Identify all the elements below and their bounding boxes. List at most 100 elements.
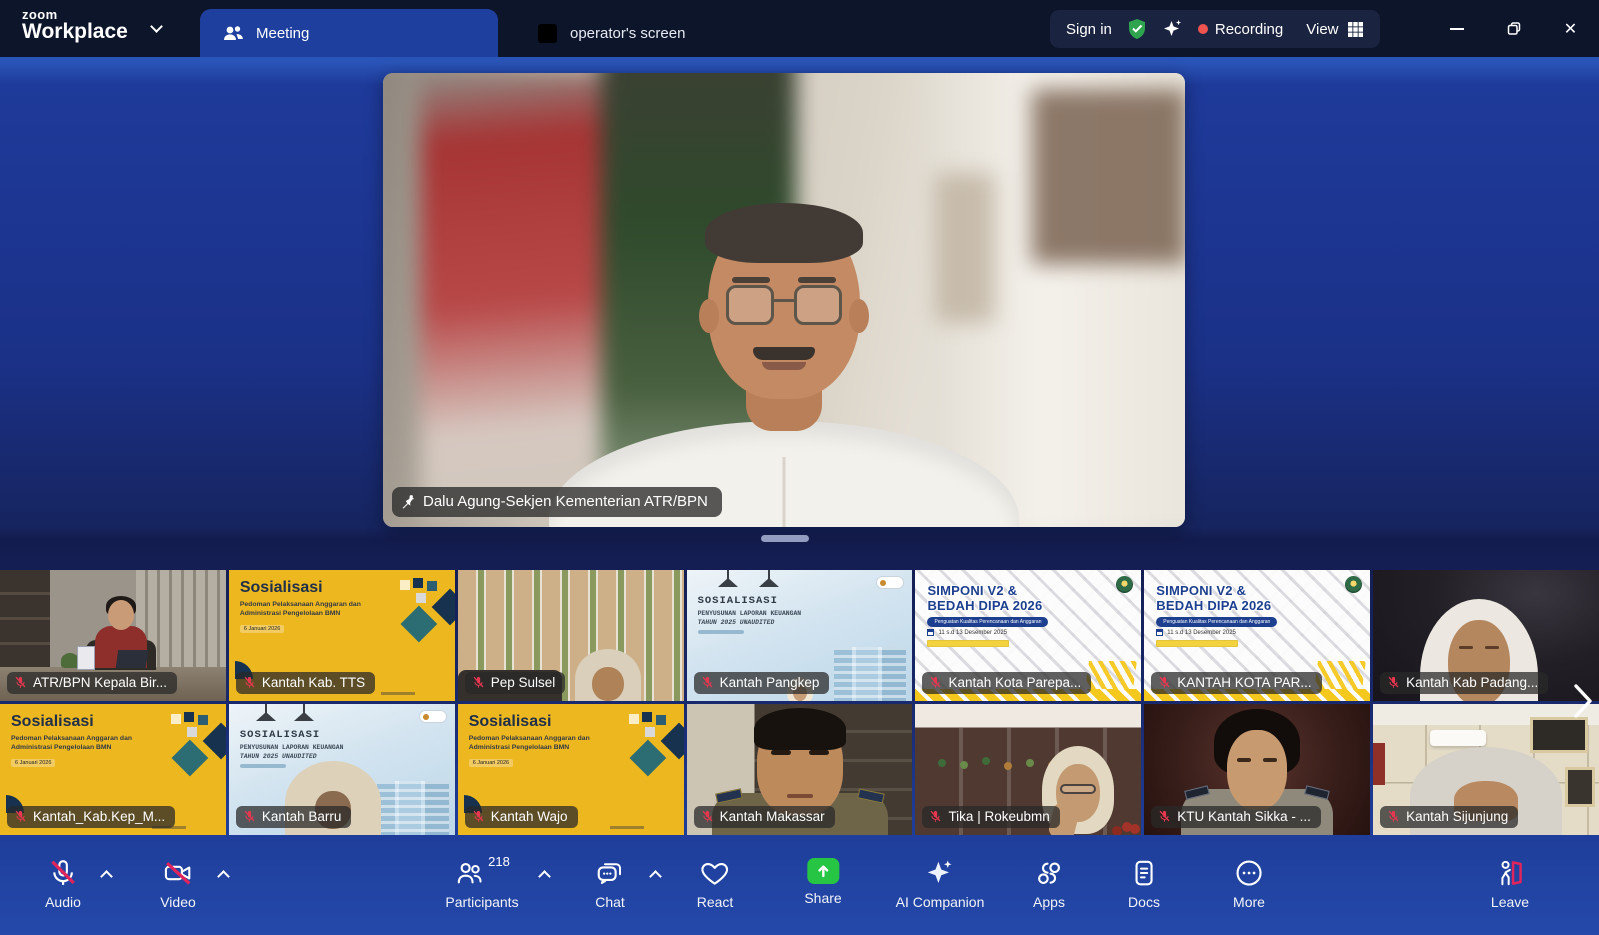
meeting-people-icon (222, 24, 245, 43)
leave-button[interactable]: Leave (1491, 858, 1529, 910)
participant-tile[interactable]: ATR/BPN Kepala Bir... (0, 570, 226, 701)
participants-icon (454, 858, 484, 888)
mic-off-icon (14, 676, 27, 689)
participants-count: 218 (488, 854, 510, 869)
main-speaker-video[interactable]: Dalu Agung-Sekjen Kementerian ATR/BPN (383, 73, 1185, 527)
apps-button[interactable]: Apps (1033, 858, 1065, 910)
next-page-chevron-icon[interactable] (1572, 682, 1594, 720)
participant-name-label: Kantah Sijunjung (1380, 806, 1518, 828)
apps-icon (1034, 858, 1064, 888)
participant-name-label: Kantah Barru (236, 806, 352, 828)
mic-off-icon (1387, 676, 1400, 689)
docs-icon (1129, 858, 1159, 888)
tab-operators-screen[interactable]: operator's screen (522, 9, 701, 57)
recording-label: Recording (1215, 21, 1283, 38)
participant-tile[interactable]: Tika | Rokeubmn (915, 704, 1141, 835)
participant-name-label: Pep Sulsel (465, 672, 566, 694)
mic-off-icon (48, 858, 78, 888)
security-shield-icon[interactable] (1127, 18, 1147, 40)
participant-name-label: Kantah Kota Parepa... (922, 672, 1091, 694)
restore-icon (1506, 21, 1522, 37)
participant-tile[interactable]: Kantah Sijunjung (1373, 704, 1599, 835)
participant-name-label: Tika | Rokeubmn (922, 806, 1059, 828)
participants-button[interactable]: 218 Participants (445, 858, 518, 910)
mic-off-icon (1158, 676, 1171, 689)
participant-tile[interactable]: SOSIALISASI PENYUSUNAN LAPORAN KEUANGAN … (687, 570, 913, 701)
minimize-button[interactable] (1428, 0, 1485, 57)
mic-off-icon (472, 810, 485, 823)
mic-off-icon (243, 676, 256, 689)
recording-indicator[interactable]: Recording (1198, 21, 1283, 38)
recording-dot-icon (1198, 24, 1208, 34)
gallery-row-2: Sosialisasi Pedoman Pelaksanaan Anggaran… (0, 704, 1599, 835)
mic-off-icon (1158, 810, 1171, 823)
participant-tile[interactable]: Sosialisasi Pedoman Pelaksanaan Anggaran… (458, 704, 684, 835)
speaker-name-label: Dalu Agung-Sekjen Kementerian ATR/BPN (392, 487, 722, 517)
ai-companion-button[interactable]: AI Companion (896, 858, 985, 910)
heart-icon (700, 858, 730, 888)
participant-tile[interactable]: SIMPONI V2 & BEDAH DIPA 2026 Penguatan K… (1144, 570, 1370, 701)
view-label: View (1306, 21, 1338, 38)
mic-off-icon (929, 810, 942, 823)
participant-tile[interactable]: Pep Sulsel (458, 570, 684, 701)
restore-button[interactable] (1485, 0, 1542, 57)
view-grid-icon (1347, 21, 1364, 38)
ai-sparkle-icon[interactable] (1162, 19, 1183, 39)
participant-tile[interactable]: SIMPONI V2 & BEDAH DIPA 2026 Penguatan K… (915, 570, 1141, 701)
participant-tile[interactable]: Kantah Makassar (687, 704, 913, 835)
participant-tile[interactable]: SOSIALISASI PENYUSUNAN LAPORAN KEUANGAN … (229, 704, 455, 835)
zoom-meeting-window: zoom Workplace Meeting operator's screen… (0, 0, 1599, 935)
view-button[interactable]: View (1306, 21, 1363, 38)
participant-name-label: ATR/BPN Kepala Bir... (7, 672, 177, 694)
chevron-down-icon[interactable] (150, 20, 163, 33)
share-button[interactable]: Share (804, 858, 841, 906)
participant-tile[interactable]: Sosialisasi Pedoman Pelaksanaan Anggaran… (0, 704, 226, 835)
participant-tile[interactable]: Kantah Kab Padang... (1373, 570, 1599, 701)
mic-off-icon (1387, 810, 1400, 823)
logo-workplace-text: Workplace (22, 21, 128, 42)
pin-icon (401, 494, 415, 510)
close-icon: ✕ (1564, 19, 1577, 39)
titlebar-status-pill: Sign in Recording View (1050, 10, 1380, 48)
speaker-person (383, 73, 1185, 527)
chat-icon (595, 858, 625, 888)
gallery-row-1: ATR/BPN Kepala Bir... Sosialisasi Pedoma… (0, 570, 1599, 701)
participant-name-label: KANTAH KOTA PAR... (1151, 672, 1321, 694)
participant-name-label: KTU Kantah Sikka - ... (1151, 806, 1321, 828)
participant-name-label: Kantah Makassar (694, 806, 835, 828)
sign-in-button[interactable]: Sign in (1066, 21, 1112, 38)
mic-off-icon (14, 810, 27, 823)
window-controls: ✕ (1428, 0, 1599, 57)
participant-tile[interactable]: Sosialisasi Pedoman Pelaksanaan Anggaran… (229, 570, 455, 701)
participant-name-label: Kantah Kab. TTS (236, 672, 375, 694)
video-button[interactable]: Video (160, 858, 196, 910)
mic-off-icon (929, 676, 942, 689)
titlebar: zoom Workplace Meeting operator's screen… (0, 0, 1599, 57)
participant-name-label: Kantah Wajo (465, 806, 578, 828)
close-button[interactable]: ✕ (1542, 0, 1599, 57)
gallery-drag-handle[interactable] (761, 535, 809, 542)
react-button[interactable]: React (697, 858, 734, 910)
more-icon (1234, 858, 1264, 888)
zoom-workplace-logo: zoom Workplace (22, 8, 128, 43)
camera-off-icon (162, 858, 194, 888)
participant-name-label: Kantah_Kab.Kep_M... (7, 806, 175, 828)
leave-icon (1495, 858, 1525, 888)
mic-off-icon (243, 810, 256, 823)
more-button[interactable]: More (1233, 858, 1265, 910)
audio-button[interactable]: Audio (45, 858, 81, 910)
docs-button[interactable]: Docs (1128, 858, 1160, 910)
logo-zoom-text: zoom (22, 8, 128, 21)
mic-off-icon (701, 810, 714, 823)
participant-name-label: Kantah Kab Padang... (1380, 672, 1548, 694)
participant-name-label: Kantah Pangkep (694, 672, 830, 694)
mic-off-icon (701, 676, 714, 689)
mic-off-icon (472, 676, 485, 689)
tab-meeting[interactable]: Meeting (200, 9, 498, 57)
minimize-icon (1450, 28, 1464, 30)
chat-button[interactable]: Chat (595, 858, 625, 910)
tab-meeting-label: Meeting (256, 25, 309, 42)
ai-companion-icon (925, 858, 955, 888)
participant-tile[interactable]: KTU Kantah Sikka - ... (1144, 704, 1370, 835)
share-arrow-icon (807, 858, 839, 884)
